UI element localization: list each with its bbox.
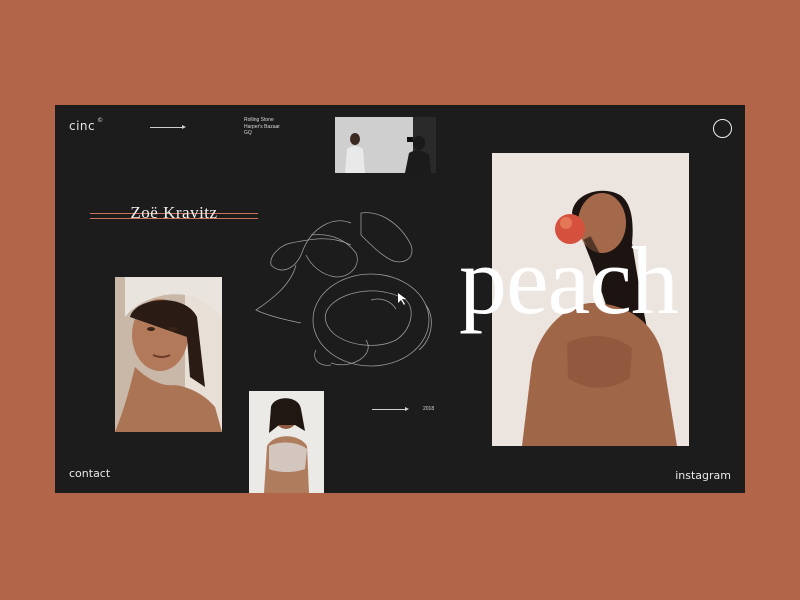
hero-word: peach [459,227,679,334]
year-label: 2018 [423,406,435,412]
press-list: Rolling Stone Harper's Bazaar GQ [244,117,280,137]
artist-name-block[interactable]: Zoë Kravitz [90,203,258,225]
portfolio-panel: cinc © Rolling Stone Harper's Bazaar GQ Z… [55,105,745,493]
brand-name: cinc [69,119,96,133]
artist-name: Zoë Kravitz [130,203,218,222]
contact-link[interactable]: contact [69,467,110,480]
right-arrow-icon[interactable] [150,125,186,129]
cursor-icon [398,293,406,305]
brand-logo[interactable]: cinc © [69,117,104,133]
instagram-link[interactable]: instagram [675,469,731,482]
right-arrow-icon[interactable] [372,407,410,411]
thumbnail-photo[interactable] [249,391,324,493]
portrait-photo[interactable] [115,277,222,432]
brand-mark: © [97,117,104,124]
press-item: GQ [244,130,252,136]
photo-shoot-thumbnail[interactable] [335,117,436,173]
circle-menu-icon[interactable] [713,119,732,138]
